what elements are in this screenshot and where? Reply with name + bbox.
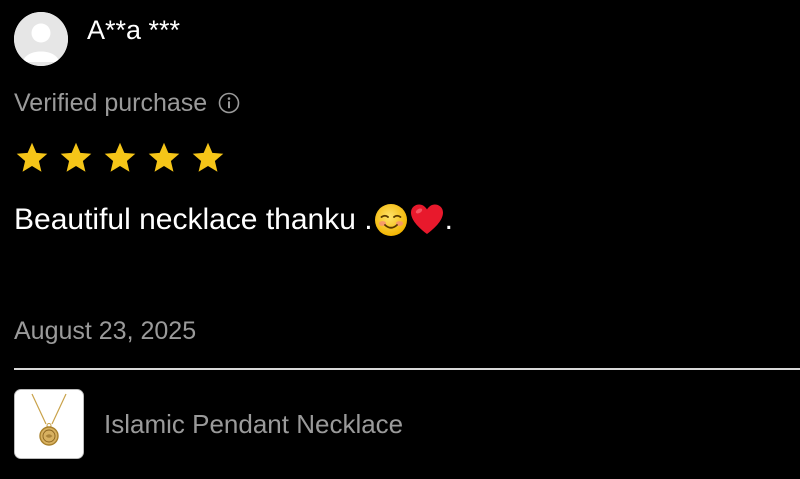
avatar[interactable] <box>14 12 68 66</box>
pendant-necklace-icon <box>15 390 83 458</box>
star-icon <box>58 140 94 176</box>
star-icon <box>14 140 50 176</box>
review-text: Beautiful necklace thanku . . <box>14 198 453 242</box>
divider <box>14 368 800 370</box>
review-date: August 23, 2025 <box>14 317 197 345</box>
star-icon <box>102 140 138 176</box>
product-name-link[interactable]: Islamic Pendant Necklace <box>104 406 403 442</box>
review-text-end: . <box>444 203 453 236</box>
product-thumbnail[interactable] <box>14 389 84 459</box>
star-icon <box>146 140 182 176</box>
reviewer-name: A**a *** <box>87 15 181 45</box>
star-rating <box>14 140 234 176</box>
review-text-main: Beautiful necklace thanku . <box>14 203 373 236</box>
red-heart-emoji-icon <box>409 202 445 238</box>
info-icon[interactable] <box>218 92 240 114</box>
smiling-face-emoji-icon <box>373 202 409 238</box>
verified-purchase-label: Verified purchase <box>14 88 208 117</box>
verified-purchase-row: Verified purchase <box>14 86 240 120</box>
default-user-icon <box>14 12 68 66</box>
star-icon <box>190 140 226 176</box>
